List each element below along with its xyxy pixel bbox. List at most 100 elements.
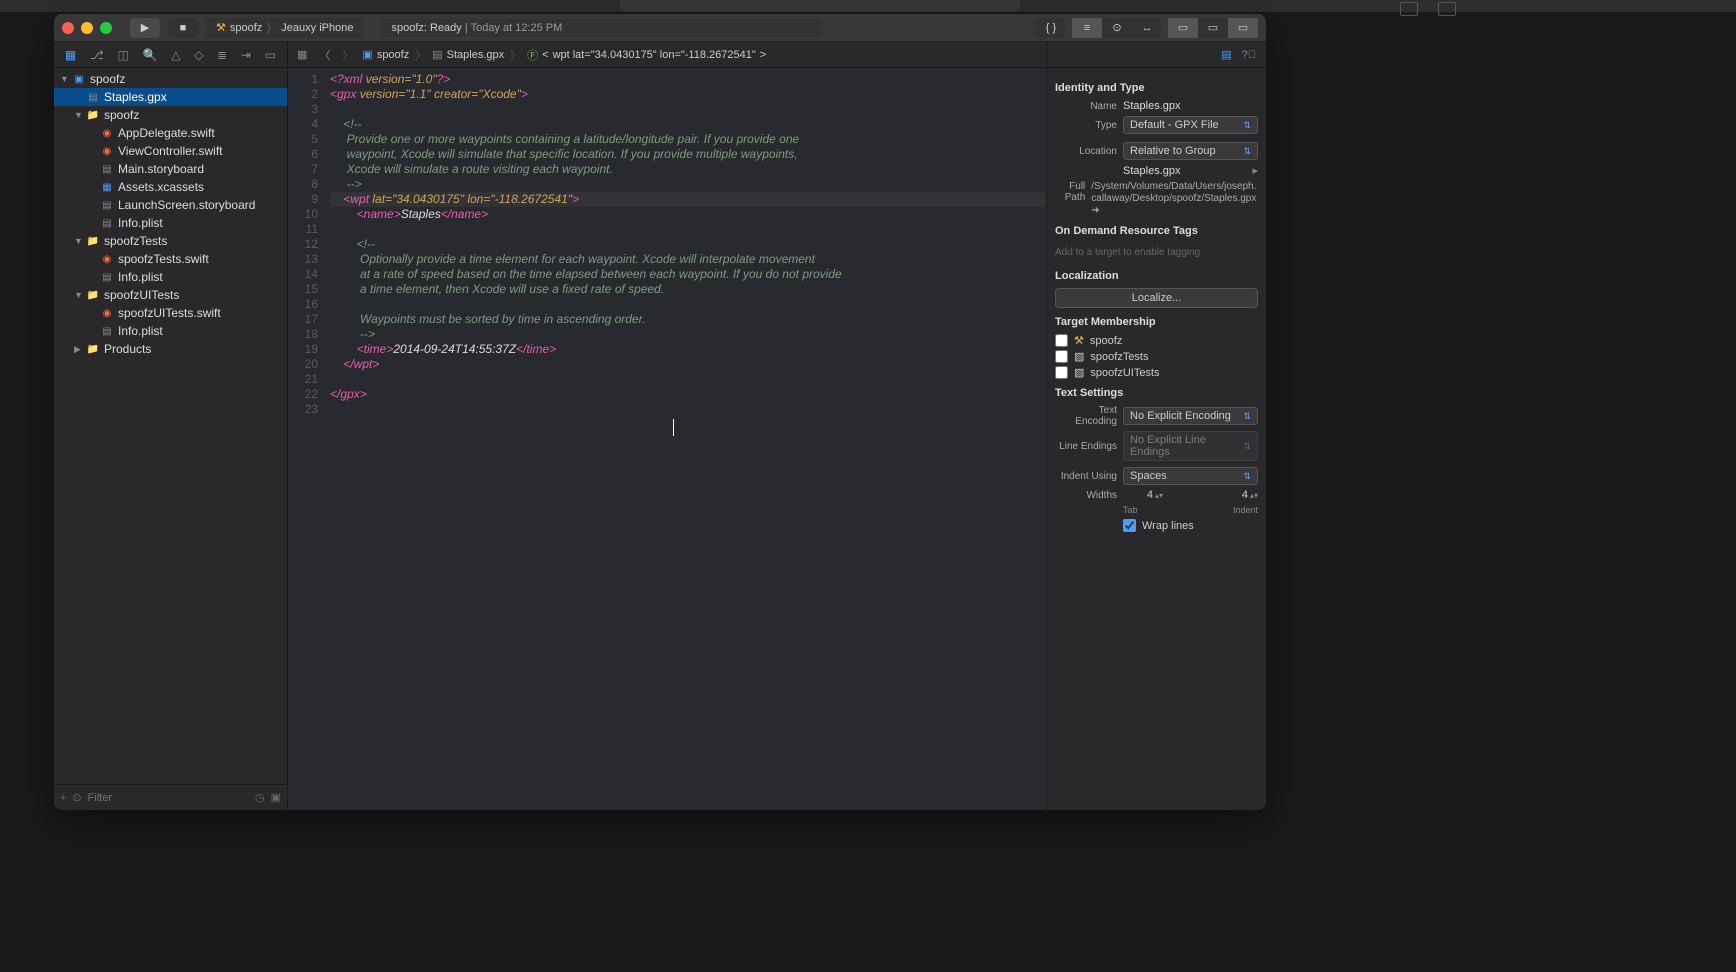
tree-row-products[interactable]: ▶📁Products xyxy=(54,340,287,358)
test-nav-tab[interactable]: ◇ xyxy=(194,48,203,62)
code-line[interactable] xyxy=(330,222,1046,237)
code-line[interactable]: Waypoints must be sorted by time in asce… xyxy=(330,312,1046,327)
tree-row-spoofzuitests[interactable]: ▼📁spoofzUITests xyxy=(54,286,287,304)
code-line[interactable]: <?xml version="1.0"?> xyxy=(330,72,1046,87)
chevron-updown-icon: ⇅ xyxy=(1243,120,1251,131)
code-line[interactable]: </gpx> xyxy=(330,387,1046,402)
tree-row-viewcontroller-swift[interactable]: ◉ViewController.swift xyxy=(54,142,287,160)
code-line[interactable]: <!-- xyxy=(330,237,1046,252)
name-value[interactable]: Staples.gpx xyxy=(1123,100,1258,112)
location-select[interactable]: Relative to Group⇅ xyxy=(1123,142,1258,160)
jump-bar[interactable]: ▦ 〈 〉 ▣spoofz 〉 ▤Staples.gpx 〉 Ⓕ <wpt la… xyxy=(288,42,1046,68)
code-editor[interactable]: 1234567891011121314151617181920212223 <?… xyxy=(288,68,1046,810)
target-spoofzuitests[interactable]: ▧spoofzUITests xyxy=(1055,366,1258,379)
back-button[interactable]: 〈 xyxy=(316,47,333,63)
recent-filter-icon[interactable]: ◷ xyxy=(255,791,265,804)
reveal-arrow-icon[interactable]: ➜ xyxy=(1091,205,1099,216)
code-line[interactable]: <time>2014-09-24T14:55:37Z</time> xyxy=(330,342,1046,357)
indent-width-stepper[interactable]: 4▴▾ xyxy=(1218,489,1258,501)
code-line[interactable]: --> xyxy=(330,177,1046,192)
endings-select[interactable]: No Explicit Line Endings⇅ xyxy=(1123,431,1258,461)
tree-row-launchscreen-storyboard[interactable]: ▤LaunchScreen.storyboard xyxy=(54,196,287,214)
issue-nav-tab[interactable]: △ xyxy=(171,48,180,62)
code-line[interactable]: --> xyxy=(330,327,1046,342)
code-line[interactable]: Provide one or more waypoints containing… xyxy=(330,132,1046,147)
code-line[interactable] xyxy=(330,102,1046,117)
tree-row-spoofztests-swift[interactable]: ◉spoofzTests.swift xyxy=(54,250,287,268)
standard-editor-button[interactable]: ≡ xyxy=(1072,18,1102,38)
tree-row-spoofztests[interactable]: ▼📁spoofzTests xyxy=(54,232,287,250)
stop-button[interactable]: ■ xyxy=(168,18,198,38)
help-inspector-tab[interactable]: ?⃝ xyxy=(1242,49,1256,61)
minimize-button[interactable] xyxy=(81,22,93,34)
find-nav-tab[interactable]: 🔍 xyxy=(143,48,158,62)
code-line[interactable]: at a rate of speed based on the time ela… xyxy=(330,267,1046,282)
code-line[interactable]: </wpt> xyxy=(330,357,1046,372)
code-line[interactable] xyxy=(330,402,1046,417)
breakpoint-nav-tab[interactable]: ⇥ xyxy=(241,48,251,62)
tree-row-assets-xcassets[interactable]: ▦Assets.xcassets xyxy=(54,178,287,196)
code-line[interactable]: <wpt lat="34.0430175" lon="-118.2672541"… xyxy=(330,192,1046,207)
code-line[interactable]: Xcode will simulate a route visiting eac… xyxy=(330,162,1046,177)
zoom-button[interactable] xyxy=(100,22,112,34)
disclosure-triangle[interactable]: ▶ xyxy=(74,344,82,355)
tree-row-staples-gpx[interactable]: ▤Staples.gpx xyxy=(54,88,287,106)
code-line[interactable]: <gpx version="1.1" creator="Xcode"> xyxy=(330,87,1046,102)
code-line[interactable]: Optionally provide a time element for ea… xyxy=(330,252,1046,267)
debug-nav-tab[interactable]: ≣ xyxy=(217,48,227,62)
tree-row-spoofz[interactable]: ▼📁spoofz xyxy=(54,106,287,124)
code-line[interactable] xyxy=(330,372,1046,387)
breadcrumb-symbol[interactable]: Ⓕ <wpt lat="34.0430175" lon="-118.267254… xyxy=(527,47,766,63)
file-inspector-tab[interactable]: ▤ xyxy=(1221,48,1231,61)
assistant-editor-button[interactable]: ⊙ xyxy=(1102,18,1132,38)
add-icon[interactable]: + xyxy=(60,792,66,804)
tree-row-spoofzuitests-swift[interactable]: ◉spoofzUITests.swift xyxy=(54,304,287,322)
library-button[interactable]: { } xyxy=(1036,18,1066,38)
breadcrumb-file[interactable]: ▤Staples.gpx xyxy=(432,48,504,61)
disclosure-triangle[interactable]: ▼ xyxy=(60,74,68,84)
indent-using-select[interactable]: Spaces⇅ xyxy=(1123,467,1258,485)
toggle-inspector-button[interactable]: ▭ xyxy=(1228,18,1258,38)
scheme-selector[interactable]: ⚒ spoofz 〉 Jeauxy iPhone xyxy=(206,18,363,38)
tree-row-spoofz[interactable]: ▼▣spoofz xyxy=(54,70,287,88)
wrap-lines-checkbox[interactable]: Wrap lines xyxy=(1123,519,1194,532)
target-spoofz[interactable]: ⚒spoofz xyxy=(1055,334,1258,347)
encoding-select[interactable]: No Explicit Encoding⇅ xyxy=(1123,407,1258,425)
related-items-icon[interactable]: ▦ xyxy=(294,48,310,61)
source-text[interactable]: <?xml version="1.0"?><gpx version="1.1" … xyxy=(326,68,1046,810)
close-button[interactable] xyxy=(62,22,74,34)
code-line[interactable]: <name>Staples</name> xyxy=(330,207,1046,222)
line-number: 16 xyxy=(288,297,318,312)
version-editor-button[interactable]: ↔ xyxy=(1132,18,1162,38)
code-line[interactable] xyxy=(330,297,1046,312)
forward-button[interactable]: 〉 xyxy=(339,47,356,63)
disclosure-triangle[interactable]: ▼ xyxy=(74,290,82,300)
code-line[interactable]: <!-- xyxy=(330,117,1046,132)
code-line[interactable]: a time element, then Xcode will use a fi… xyxy=(330,282,1046,297)
toggle-debug-button[interactable]: ▭ xyxy=(1198,18,1228,38)
scm-filter-icon[interactable]: ▣ xyxy=(271,791,281,804)
run-button[interactable]: ▶ xyxy=(130,18,160,38)
symbol-nav-tab[interactable]: ◫ xyxy=(117,48,128,62)
tree-row-info-plist[interactable]: ▤Info.plist xyxy=(54,322,287,340)
tree-row-appdelegate-swift[interactable]: ◉AppDelegate.swift xyxy=(54,124,287,142)
tab-width-stepper[interactable]: 4▴▾ xyxy=(1123,489,1163,501)
localize-button[interactable]: Localize... xyxy=(1055,288,1258,308)
folder-chooser-icon[interactable]: ▸ xyxy=(1252,164,1258,177)
activity-viewer[interactable]: spoofz: Ready | Today at 12:25 PM xyxy=(381,19,821,37)
tree-row-info-plist[interactable]: ▤Info.plist xyxy=(54,214,287,232)
type-select[interactable]: Default - GPX File⇅ xyxy=(1123,116,1258,134)
filter-input[interactable] xyxy=(88,792,249,804)
report-nav-tab[interactable]: ▭ xyxy=(265,48,276,62)
file-tree[interactable]: ▼▣spoofz▤Staples.gpx▼📁spoofz◉AppDelegate… xyxy=(54,68,287,784)
tree-row-info-plist[interactable]: ▤Info.plist xyxy=(54,268,287,286)
toggle-navigator-button[interactable]: ▭ xyxy=(1168,18,1198,38)
tree-row-main-storyboard[interactable]: ▤Main.storyboard xyxy=(54,160,287,178)
breadcrumb-project[interactable]: ▣spoofz xyxy=(362,48,409,61)
code-line[interactable]: waypoint, Xcode will simulate that speci… xyxy=(330,147,1046,162)
target-spoofztests[interactable]: ▧spoofzTests xyxy=(1055,350,1258,363)
disclosure-triangle[interactable]: ▼ xyxy=(74,236,82,246)
project-nav-tab[interactable]: ▦ xyxy=(65,48,76,62)
source-control-nav-tab[interactable]: ⎇ xyxy=(90,48,104,62)
disclosure-triangle[interactable]: ▼ xyxy=(74,110,82,120)
